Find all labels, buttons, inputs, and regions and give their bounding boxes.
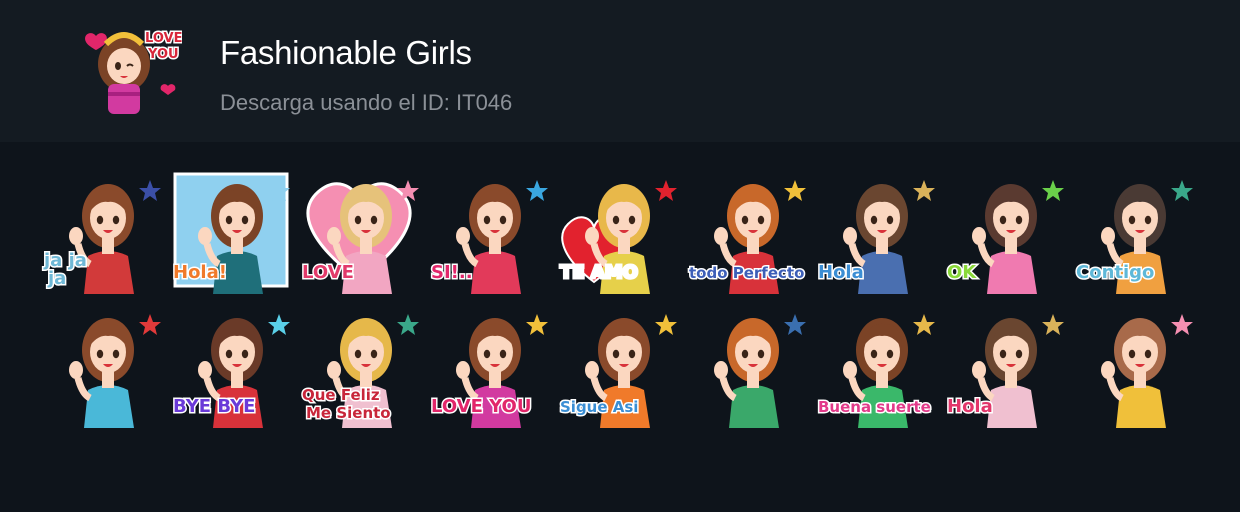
sticker-si-image: SI!.. [430, 180, 548, 294]
sticker-todo-perfecto-image: todo Perfecto [688, 180, 806, 294]
sticker-si[interactable]: SI!.. [425, 170, 551, 294]
sticker-bye-bye-caption: BYE BYE [173, 396, 255, 417]
sticker-buena-suerte[interactable]: Buena suerte [812, 304, 938, 428]
pack-thumbnail-icon: LOVE YOU [78, 22, 184, 118]
sticker-si-caption: SI!.. [431, 262, 473, 283]
sticker-todo-perfecto-caption: todo Perfecto [689, 264, 804, 282]
sticker-love-image: LOVE [301, 180, 419, 294]
sticker-ok[interactable]: OK [941, 170, 1067, 294]
sticker-hola-bunny[interactable]: Hola [941, 304, 1067, 428]
sticker-bow-image [69, 314, 161, 428]
sticker-bye-bye[interactable]: BYE BYE [167, 304, 293, 428]
pack-title: Fashionable Girls [220, 34, 472, 71]
sticker-que-feliz-image: Que FelizMe Siento [301, 314, 419, 428]
sticker-sigue-asi-caption: Sigue Asi [560, 398, 638, 416]
sticker-hola-hat-caption: Hola [818, 262, 864, 283]
sticker-te-amo-image: TE AMO [559, 180, 677, 294]
sticker-hola-bunny-image: Hola [946, 314, 1064, 428]
sticker-ok-image: OK [946, 180, 1064, 294]
sticker-crying-image [1101, 314, 1193, 428]
sticker-sigue-asi[interactable]: Sigue Asi [554, 304, 680, 428]
sticker-que-feliz[interactable]: Que Feliz Me Siento [296, 304, 422, 428]
sticker-buena-suerte-image: Buena suerte [817, 314, 935, 428]
sticker-sigue-asi-image: Sigue Asi [559, 314, 677, 428]
pack-icon-caption-1: LOVE [145, 31, 182, 46]
sticker-love[interactable]: LOVE [296, 170, 422, 294]
sticker-jajaja-caption: ja [47, 268, 66, 289]
sticker-ok-caption: OK [947, 262, 977, 283]
sticker-que-feliz-caption: Me Siento [306, 404, 391, 422]
sticker-love-you[interactable]: LOVE YOU [425, 304, 551, 428]
sticker-hola-window[interactable]: Hola! [167, 170, 293, 294]
sticker-jajaja[interactable]: ja ja ja [38, 170, 164, 294]
sticker-bow[interactable] [38, 304, 164, 428]
sticker-love-you-caption: LOVE YOU [431, 396, 531, 417]
sticker-todo-perfecto[interactable]: todo Perfecto [683, 170, 809, 294]
sticker-bye-bye-image: BYE BYE [172, 314, 290, 428]
sticker-love-you-image: LOVE YOU [430, 314, 548, 428]
sticker-que-feliz-caption: Que Feliz [302, 386, 380, 404]
sticker-coffee-image [714, 314, 806, 428]
sticker-hola-hat-image: Hola [817, 180, 935, 294]
sticker-contigo[interactable]: Contigo [1070, 170, 1196, 294]
sticker-te-amo[interactable]: TE AMO [554, 170, 680, 294]
pack-header: LOVE YOU Fashionable Girls Descarga usan… [0, 0, 1240, 142]
sticker-hola-hat[interactable]: Hola [812, 170, 938, 294]
sticker-buena-suerte-caption: Buena suerte [818, 398, 931, 416]
sticker-love-caption: LOVE [302, 262, 354, 283]
sticker-contigo-image: Contigo [1075, 180, 1193, 294]
pack-icon-caption-2: YOU [147, 47, 179, 62]
sticker-te-amo-caption: TE AMO [560, 262, 638, 283]
sticker-coffee[interactable] [683, 304, 809, 428]
sticker-hola-bunny-caption: Hola [947, 396, 993, 417]
sticker-crying[interactable] [1070, 304, 1196, 428]
sticker-contigo-caption: Contigo [1076, 262, 1154, 283]
sticker-jajaja-image: ja jaja [42, 180, 161, 294]
sticker-hola-window-image: Hola! [172, 172, 290, 294]
pack-download-id: Descarga usando el ID: IT046 [220, 90, 513, 115]
sticker-grid: ja ja ja Hola! LOVE SI!.. TE AMO todo Perfecto… [38, 170, 1218, 440]
sticker-hola-window-caption: Hola! [173, 262, 227, 283]
